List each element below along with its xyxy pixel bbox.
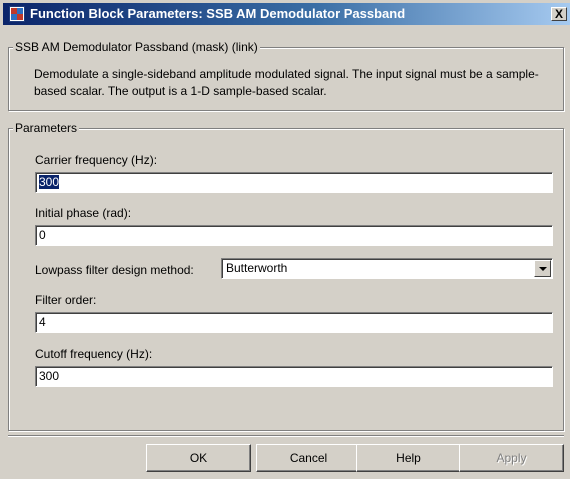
cancel-button[interactable]: Cancel <box>256 444 361 472</box>
filter-order-label: Filter order: <box>35 293 97 307</box>
lowpass-method-select[interactable]: Butterworth <box>221 258 553 279</box>
help-button[interactable]: Help <box>356 444 461 472</box>
apply-button[interactable]: Apply <box>459 444 564 472</box>
cutoff-frequency-label: Cutoff frequency (Hz): <box>35 347 153 361</box>
carrier-frequency-field[interactable]: 300 <box>35 172 553 193</box>
carrier-frequency-value: 300 <box>39 175 60 189</box>
simulink-block-icon <box>9 6 25 22</box>
mask-group-title: SSB AM Demodulator Passband (mask) (link… <box>13 40 260 54</box>
block-description: Demodulate a single-sideband amplitude m… <box>34 67 539 98</box>
ok-button[interactable]: OK <box>146 444 251 472</box>
filter-order-field[interactable]: 4 <box>35 312 553 333</box>
initial-phase-label: Initial phase (rad): <box>35 206 132 220</box>
parameters-group-title: Parameters <box>13 121 80 135</box>
window-title: Function Block Parameters: SSB AM Demodu… <box>30 6 406 21</box>
title-bar[interactable]: Function Block Parameters: SSB AM Demodu… <box>3 3 570 25</box>
initial-phase-field[interactable]: 0 <box>35 225 553 246</box>
chevron-down-icon[interactable] <box>534 260 551 277</box>
cutoff-frequency-field[interactable]: 300 <box>35 366 553 387</box>
lowpass-method-value: Butterworth <box>226 261 288 275</box>
lowpass-method-label: Lowpass filter design method: <box>35 263 194 277</box>
mask-description-group: SSB AM Demodulator Passband (mask) (link… <box>8 40 564 111</box>
close-icon[interactable]: X <box>551 7 567 21</box>
button-separator <box>8 435 564 437</box>
carrier-frequency-label: Carrier frequency (Hz): <box>35 153 158 167</box>
dialog-window: Function Block Parameters: SSB AM Demodu… <box>0 0 570 479</box>
